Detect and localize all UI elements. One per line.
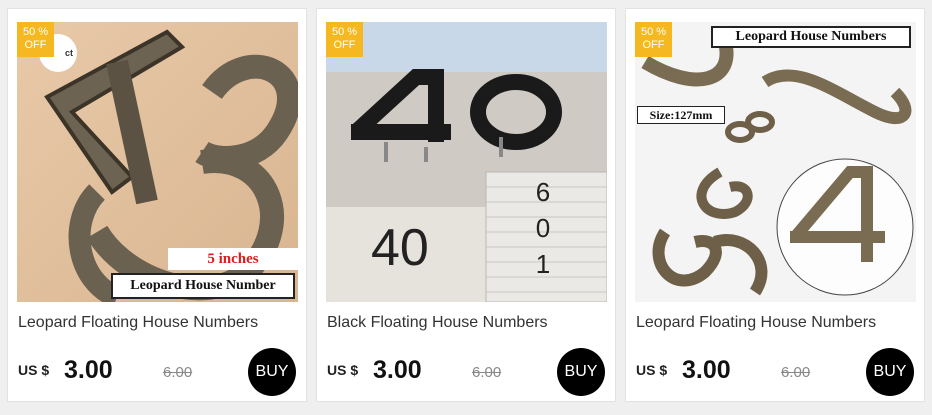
product-title[interactable]: Leopard Floating House Numbers <box>18 314 298 332</box>
digit: 0 <box>535 213 551 243</box>
product-image[interactable]: ct 5 inches Leopard House Number 50 % OF… <box>17 22 298 302</box>
discount-badge: 50 % OFF <box>326 22 363 57</box>
size-overlay: Size:127mm <box>637 106 725 124</box>
product-image[interactable]: Leopard House Numbers Size:127mm 50 % OF… <box>635 22 916 302</box>
original-price: 6.00 <box>472 364 502 381</box>
price: 3.00 <box>64 356 113 384</box>
product-image[interactable]: 40 6 0 1 50 % OFF <box>326 22 607 302</box>
product-grid: ct 5 inches Leopard House Number 50 % OF… <box>0 0 932 415</box>
discount-badge: 50 % OFF <box>635 22 672 57</box>
image-label-overlay: Leopard House Number <box>111 273 295 299</box>
currency: US $ <box>636 362 668 378</box>
buy-button[interactable]: BUY <box>248 348 296 396</box>
badge-percent: 50 % <box>331 26 358 38</box>
badge-percent: 50 % <box>640 26 667 38</box>
product-card[interactable]: ct 5 inches Leopard House Number 50 % OF… <box>7 8 307 402</box>
size-overlay: 5 inches <box>168 248 298 270</box>
price: 3.00 <box>682 356 731 384</box>
product-card[interactable]: Leopard House Numbers Size:127mm 50 % OF… <box>625 8 925 402</box>
original-price: 6.00 <box>163 364 193 381</box>
wall-number: 40 <box>371 219 429 277</box>
discount-badge: 50 % OFF <box>17 22 54 57</box>
currency: US $ <box>18 362 50 378</box>
product-card[interactable]: 40 6 0 1 50 % OFF Black Floating House N… <box>316 8 616 402</box>
product-title[interactable]: Black Floating House Numbers <box>327 314 607 332</box>
digit: 6 <box>535 177 551 207</box>
badge-off: OFF <box>24 39 47 51</box>
product-title[interactable]: Leopard Floating House Numbers <box>636 314 916 332</box>
original-price: 6.00 <box>781 364 811 381</box>
image-label-overlay: Leopard House Numbers <box>711 26 911 48</box>
currency: US $ <box>327 362 359 378</box>
price: 3.00 <box>373 356 422 384</box>
vertical-digits: 6 0 1 <box>533 174 553 282</box>
digit: 1 <box>535 249 551 279</box>
badge-percent: 50 % <box>22 26 49 38</box>
badge-off: OFF <box>333 39 356 51</box>
buy-button[interactable]: BUY <box>866 348 914 396</box>
badge-off: OFF <box>642 39 665 51</box>
buy-button[interactable]: BUY <box>557 348 605 396</box>
